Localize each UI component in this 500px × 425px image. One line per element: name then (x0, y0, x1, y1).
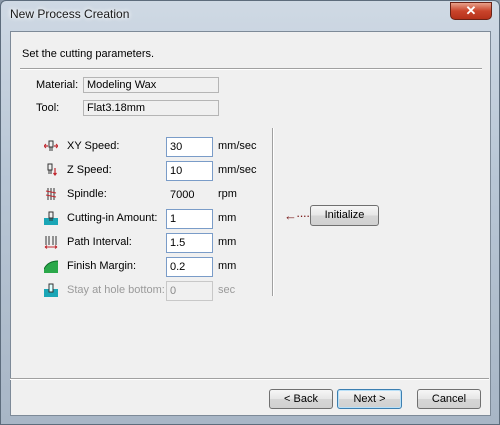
xy-speed-label: XY Speed: (67, 140, 120, 152)
xy-speed-input[interactable]: 30 (166, 137, 213, 157)
stay-hole-label: Stay at hole bottom: (67, 284, 165, 296)
back-button[interactable]: < Back (269, 389, 333, 409)
path-interval-icon (44, 235, 58, 249)
spindle-unit: rpm (218, 188, 237, 200)
next-button[interactable]: Next > (337, 389, 402, 409)
top-divider (20, 68, 482, 70)
title-bar[interactable]: New Process Creation ✕ (1, 1, 499, 31)
path-interval-label: Path Interval: (67, 236, 132, 248)
bottom-divider (10, 378, 489, 380)
z-speed-label: Z Speed: (67, 164, 112, 176)
close-icon: ✕ (465, 3, 477, 18)
material-field: Modeling Wax (83, 77, 219, 93)
z-speed-unit: mm/sec (218, 164, 257, 176)
path-interval-input[interactable]: 1.5 (166, 233, 213, 253)
cutting-in-label: Cutting-in Amount: (67, 212, 158, 224)
xy-speed-icon (44, 139, 58, 153)
xy-speed-unit: mm/sec (218, 140, 257, 152)
stay-hole-input: 0 (166, 281, 213, 301)
tool-label: Tool: (36, 102, 60, 114)
finish-margin-unit: mm (218, 260, 237, 272)
cutting-in-input[interactable]: 1 (166, 209, 213, 229)
close-button[interactable]: ✕ (450, 2, 492, 20)
finish-margin-input[interactable]: 0.2 (166, 257, 213, 277)
instruction-text: Set the cutting parameters. (22, 48, 155, 60)
path-interval-unit: mm (218, 236, 237, 248)
finish-margin-label: Finish Margin: (67, 260, 137, 272)
z-speed-icon (44, 163, 58, 177)
material-label: Material: (36, 79, 79, 91)
spindle-value: 7000 (166, 185, 213, 205)
window-title: New Process Creation (10, 7, 130, 21)
arrow-left-icon: ←····· (284, 208, 314, 223)
cutting-in-unit: mm (218, 212, 237, 224)
cutting-in-icon (44, 211, 58, 225)
spindle-icon (44, 187, 58, 201)
z-speed-input[interactable]: 10 (166, 161, 213, 181)
initialize-button[interactable]: Initialize (310, 205, 379, 226)
stay-hole-icon (44, 283, 58, 297)
cancel-button[interactable]: Cancel (417, 389, 481, 409)
finish-margin-icon (44, 259, 58, 273)
spindle-label: Spindle: (67, 188, 107, 200)
vertical-divider (272, 128, 274, 296)
stay-hole-unit: sec (218, 284, 236, 296)
tool-field: Flat3.18mm (83, 100, 219, 116)
